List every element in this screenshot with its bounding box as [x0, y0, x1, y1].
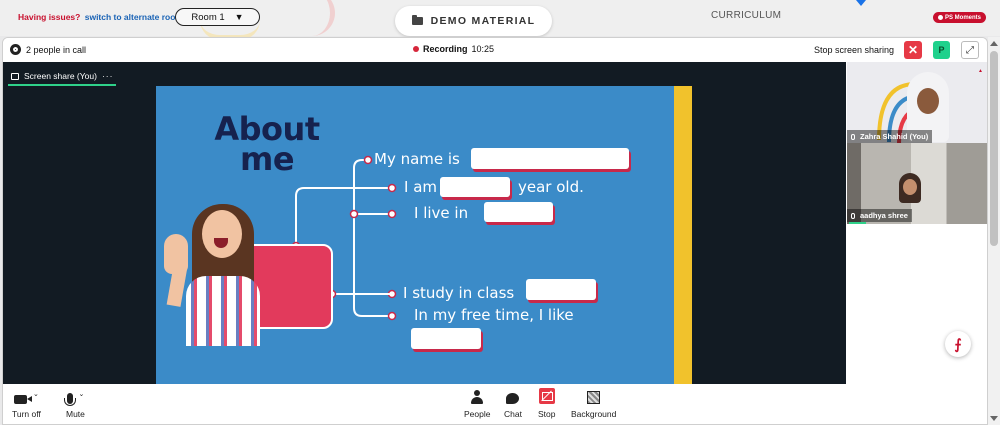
room-select-value: Room 1: [191, 11, 225, 23]
demo-material-button[interactable]: DEMO MATERIAL: [395, 6, 552, 36]
live-prompt: I live in: [414, 204, 469, 222]
call-header: 2 people in call Recording 10:25 Stop sc…: [3, 38, 987, 62]
monitor-icon: [11, 72, 19, 80]
expand-icon: ⤢: [966, 44, 974, 56]
call-window: 2 people in call Recording 10:25 Stop sc…: [2, 37, 988, 425]
background-button[interactable]: Background: [571, 388, 616, 419]
participant-2-face: [903, 179, 917, 195]
participant-2-name: aadhya shree: [860, 211, 908, 220]
connector-dot: [363, 155, 373, 165]
caret-down-icon: ▼: [234, 12, 244, 22]
participant-1-face: [917, 88, 939, 114]
connector-dot: [387, 183, 397, 193]
people-count[interactable]: 2 people in call: [10, 44, 86, 55]
microphone-icon: [851, 133, 855, 140]
people-icon: [470, 390, 484, 404]
people-button[interactable]: People: [464, 388, 490, 419]
more-options-icon[interactable]: ···: [102, 71, 114, 81]
call-toolbar: ⌄ Turn off ⌄ Mute People Chat Stop Backg…: [3, 384, 987, 424]
stop-label: Stop: [538, 409, 556, 419]
background-label: Background: [571, 409, 617, 419]
chat-button[interactable]: Chat: [504, 388, 522, 419]
chat-icon: [506, 393, 520, 404]
active-tab-underline: [8, 84, 116, 86]
recording-time: 10:25: [471, 44, 495, 54]
microphone-icon: [63, 393, 76, 406]
screen-share-tab-label: Screen share (You): [24, 71, 97, 81]
stop-share-icon: [538, 388, 555, 404]
turn-off-label: Turn off: [12, 409, 41, 419]
participant-video-2[interactable]: aadhya shree: [847, 143, 987, 224]
free-time-prompt: In my free time, I like: [414, 306, 574, 324]
people-count-label: 2 people in call: [26, 44, 87, 55]
screen-share-tab[interactable]: Screen share (You) ···: [8, 68, 116, 84]
recording-dot-icon: [413, 46, 419, 52]
live-blank: [484, 202, 553, 222]
mute-label: Mute: [66, 409, 85, 419]
microphone-icon: [851, 212, 855, 219]
participant-avatar-button[interactable]: P: [933, 41, 950, 59]
connector-dot: [349, 209, 359, 219]
chat-label: Chat: [504, 409, 522, 419]
tab-indicator-icon: [856, 0, 866, 6]
issues-notice: Having issues? switch to alternate room: [18, 12, 183, 22]
girl-photo: [196, 244, 333, 329]
connector-dot: [387, 311, 397, 321]
age-prompt: I am: [404, 178, 437, 196]
scrollbar-thumb[interactable]: [990, 51, 998, 246]
participant-1-name: Zahra Shahid (You): [860, 132, 929, 141]
shared-slide: About me My name is I am year old. I liv…: [156, 86, 692, 384]
speaking-indicator: [849, 222, 866, 224]
class-prompt: I study in class: [403, 284, 515, 302]
alternate-room-link[interactable]: switch to alternate room: [85, 12, 183, 22]
participant-2-figure: [899, 173, 921, 203]
gear-icon[interactable]: [10, 44, 21, 55]
people-label: People: [464, 409, 491, 419]
name-prompt: My name is: [374, 150, 460, 168]
curriculum-tab[interactable]: CURRICULUM: [711, 10, 781, 21]
free-time-blank: [411, 328, 481, 349]
participant-2-label: aadhya shree: [847, 209, 912, 222]
close-icon: ✕: [907, 43, 919, 57]
brand-mark: ▲: [978, 68, 983, 74]
participant-1-label: Zahra Shahid (You): [847, 130, 933, 143]
screen-share-stage: Screen share (You) ··· About me My name …: [3, 62, 846, 384]
recording-label: Recording: [423, 44, 468, 54]
camera-icon: [13, 395, 32, 404]
expand-button[interactable]: ⤢: [961, 41, 979, 59]
chevron-down-icon[interactable]: ⌄: [33, 390, 39, 398]
age-suffix: year old.: [518, 178, 584, 196]
demo-material-label: DEMO MATERIAL: [430, 15, 536, 27]
top-bar: Having issues? switch to alternate room …: [0, 0, 1000, 40]
name-blank: [471, 148, 629, 169]
stop-share-button[interactable]: Stop: [538, 388, 556, 419]
scroll-down-icon[interactable]: [990, 416, 998, 421]
chevron-down-icon[interactable]: ⌄: [79, 390, 85, 398]
age-blank: [440, 177, 510, 197]
stop-screen-sharing-label[interactable]: Stop screen sharing: [814, 45, 894, 55]
participant-initial: P: [938, 45, 945, 55]
stop-sharing-close-button[interactable]: ✕: [904, 41, 922, 59]
decorative-swoosh: [305, 0, 335, 36]
scroll-up-icon[interactable]: [990, 41, 998, 46]
record-dot-icon: [938, 15, 943, 20]
class-blank: [526, 279, 596, 300]
mute-button[interactable]: ⌄ Mute: [63, 388, 85, 419]
page: Having issues? switch to alternate room …: [0, 0, 1000, 425]
pdf-icon[interactable]: ⨍: [945, 331, 971, 357]
scrollbar[interactable]: [988, 37, 1000, 425]
ps-moments-label: PS Moments: [945, 14, 982, 21]
connector-dot: [387, 209, 397, 219]
folder-icon: [411, 15, 423, 25]
issues-label: Having issues?: [18, 12, 81, 22]
room-select[interactable]: Room 1 ▼: [175, 8, 260, 26]
background-icon: [587, 391, 601, 404]
recording-status: Recording 10:25: [413, 44, 494, 54]
ps-moments-badge[interactable]: PS Moments: [933, 12, 987, 23]
participant-video-1[interactable]: ▲ Zahra Shahid (You): [847, 62, 987, 143]
turn-off-camera-button[interactable]: ⌄ Turn off: [12, 388, 41, 419]
